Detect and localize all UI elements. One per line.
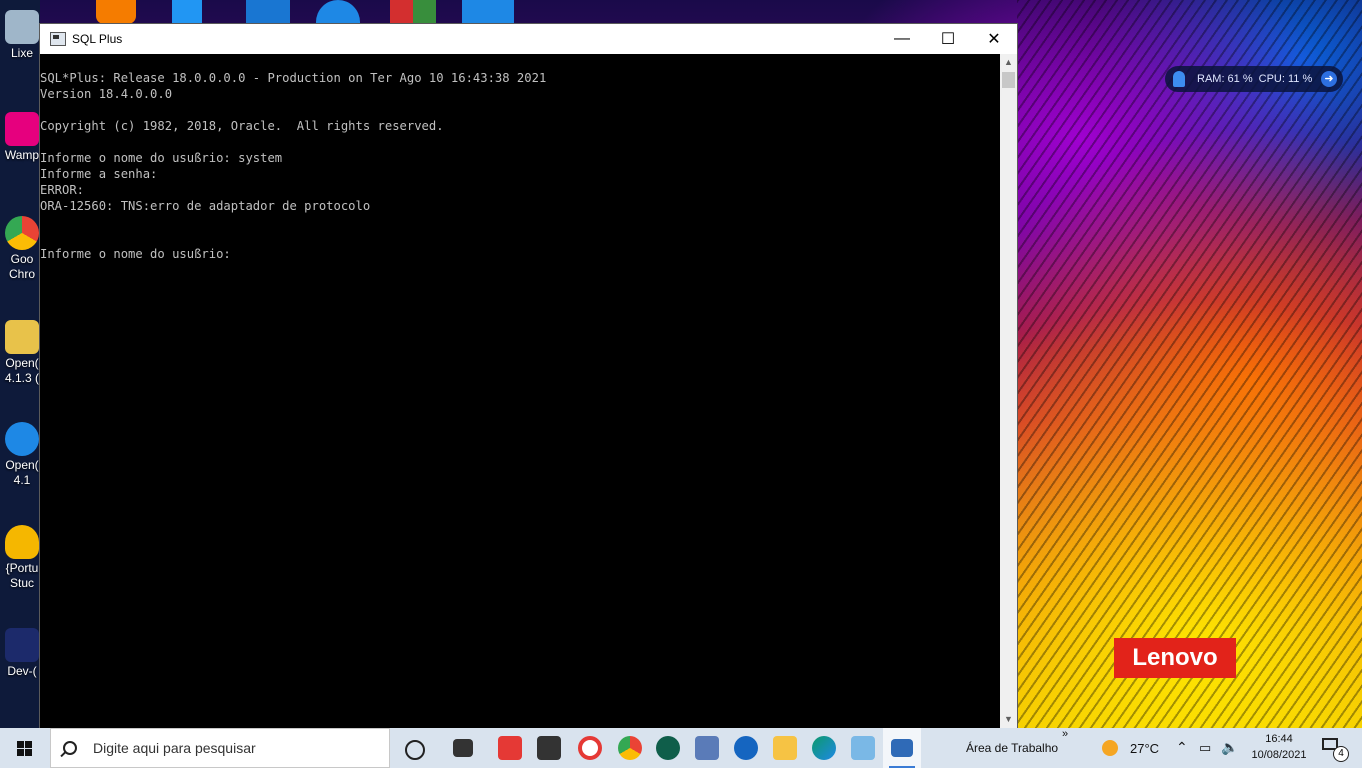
desktop-icon-label: Wamp: [4, 148, 40, 162]
chrome-icon: [5, 216, 39, 250]
app-red-icon[interactable]: [498, 736, 522, 760]
console-line: ORA-12560: TNS:erro de adaptador de prot…: [40, 199, 371, 213]
desktop-icon-openoffice[interactable]: Open( 4.1: [2, 422, 42, 488]
wallpaper-pattern: [1017, 0, 1362, 728]
desktop-icon-label: Lixe: [10, 46, 33, 60]
cpu-usage: CPU: 11 %: [1258, 73, 1313, 85]
notification-count-badge: 4: [1333, 746, 1349, 762]
close-button[interactable]: ✕: [971, 24, 1017, 54]
search-icon: [63, 741, 77, 755]
desktop-icon-label: Goo Chro: [8, 252, 35, 281]
rocket-icon: [1173, 71, 1185, 87]
scroll-down-icon[interactable]: ▼: [1000, 711, 1017, 728]
task-view-icon[interactable]: [405, 740, 425, 760]
clock-date: 10/08/2021: [1251, 749, 1307, 761]
devcpp-icon: [5, 628, 39, 662]
window-titlebar[interactable]: SQL Plus — ☐ ✕: [40, 24, 1017, 54]
clock-time: 16:44: [1265, 733, 1293, 745]
arrow-right-icon[interactable]: ➜: [1321, 71, 1337, 87]
minimize-button[interactable]: —: [879, 24, 925, 54]
battery-icon[interactable]: ▭: [1199, 740, 1211, 756]
openoffice-icon: [5, 422, 39, 456]
console-line: Informe a senha:: [40, 167, 158, 181]
scroll-up-icon[interactable]: ▲: [1000, 54, 1017, 71]
scroll-thumb[interactable]: [1002, 72, 1015, 88]
opera-icon[interactable]: [578, 736, 602, 760]
upwork-icon[interactable]: [656, 736, 680, 760]
search-input[interactable]: [91, 739, 375, 757]
desktop-icon-openoffice-folder[interactable]: Open( 4.1.3 (: [2, 320, 42, 386]
ram-usage: RAM: 61 %: [1197, 73, 1253, 85]
speaker-icon[interactable]: 🔈: [1221, 739, 1238, 756]
recycle-bin-icon: [5, 10, 39, 44]
desktop-toolbar-label[interactable]: Área de Trabalho: [966, 741, 1058, 755]
vscode-icon[interactable]: [246, 0, 290, 24]
wamp-icon: [5, 112, 39, 146]
cclean-icon[interactable]: [734, 736, 758, 760]
file-explorer-icon[interactable]: [773, 736, 797, 760]
chrome-icon[interactable]: [618, 736, 642, 760]
widgets-icon[interactable]: [453, 739, 473, 757]
desktop-icon-top-5[interactable]: [390, 0, 436, 24]
desktop-icon-devcpp[interactable]: Dev-(: [2, 628, 42, 679]
maximize-button[interactable]: ☐: [925, 24, 971, 54]
console-line: SQL*Plus: Release 18.0.0.0.0 - Productio…: [40, 71, 547, 85]
start-button[interactable]: [0, 728, 48, 768]
store-icon[interactable]: [537, 736, 561, 760]
desktop-icon-top-2[interactable]: [172, 0, 202, 24]
taskbar: Área de Trabalho » 27°C ⌃ ▭ 🔈 16:44 10/0…: [0, 728, 1362, 768]
taskbar-clock[interactable]: 16:44 10/08/2021: [1244, 731, 1314, 763]
notes-icon[interactable]: [851, 736, 875, 760]
desktop-icon-label: {Portu Stuc: [5, 561, 39, 590]
window-title: SQL Plus: [72, 32, 123, 46]
system-monitor-widget[interactable]: RAM: 61 % CPU: 11 % ➜: [1165, 66, 1343, 92]
console-output[interactable]: SQL*Plus: Release 18.0.0.0.0 - Productio…: [40, 54, 1000, 728]
sqlplus-window[interactable]: SQL Plus — ☐ ✕ SQL*Plus: Release 18.0.0.…: [40, 24, 1017, 728]
notification-center-button[interactable]: 4: [1322, 738, 1349, 762]
box-icon[interactable]: [695, 736, 719, 760]
desktop-icon-top-6[interactable]: [462, 0, 514, 24]
folder-icon: [5, 320, 39, 354]
desktop-icon-portugol[interactable]: {Portu Stuc: [2, 525, 42, 591]
console-line: ERROR:: [40, 183, 85, 197]
desktop-icon-chrome[interactable]: Goo Chro: [2, 216, 42, 282]
desktop-toolbar-chevron[interactable]: »: [1062, 728, 1068, 740]
desktop-icon-top-1[interactable]: [96, 0, 136, 24]
console-line: Copyright (c) 1982, 2018, Oracle. All ri…: [40, 119, 444, 133]
desktop-icon-wamp[interactable]: Wamp: [2, 112, 42, 163]
chevron-up-icon[interactable]: ⌃: [1176, 739, 1188, 756]
lenovo-logo: Lenovo: [1114, 638, 1236, 678]
weather-temperature[interactable]: 27°C: [1130, 741, 1159, 756]
desktop-icon-label: Open( 4.1.3 (: [4, 356, 40, 385]
edge-icon[interactable]: [812, 736, 836, 760]
weather-sun-icon[interactable]: [1102, 740, 1118, 756]
taskbar-search[interactable]: [50, 728, 390, 768]
desktop-icon-label: Dev-(: [7, 664, 37, 678]
taskbar-sqlplus-button[interactable]: [883, 728, 921, 768]
console-app-icon: [50, 32, 66, 46]
vertical-scrollbar[interactable]: ▲ ▼: [1000, 54, 1017, 728]
console-line: Informe o nome do usußrio: system: [40, 151, 283, 165]
console-line: Informe o nome do usußrio:: [40, 247, 231, 261]
lightbulb-icon: [5, 525, 39, 559]
sqlplus-icon: [891, 739, 913, 757]
console-line: Version 18.4.0.0.0: [40, 87, 173, 101]
desktop-icon-top-4[interactable]: [316, 0, 360, 24]
windows-logo-icon: [16, 740, 32, 756]
desktop-icon-label: Open( 4.1: [5, 458, 39, 487]
desktop-icon-recycle-bin[interactable]: Lixe: [2, 10, 42, 61]
